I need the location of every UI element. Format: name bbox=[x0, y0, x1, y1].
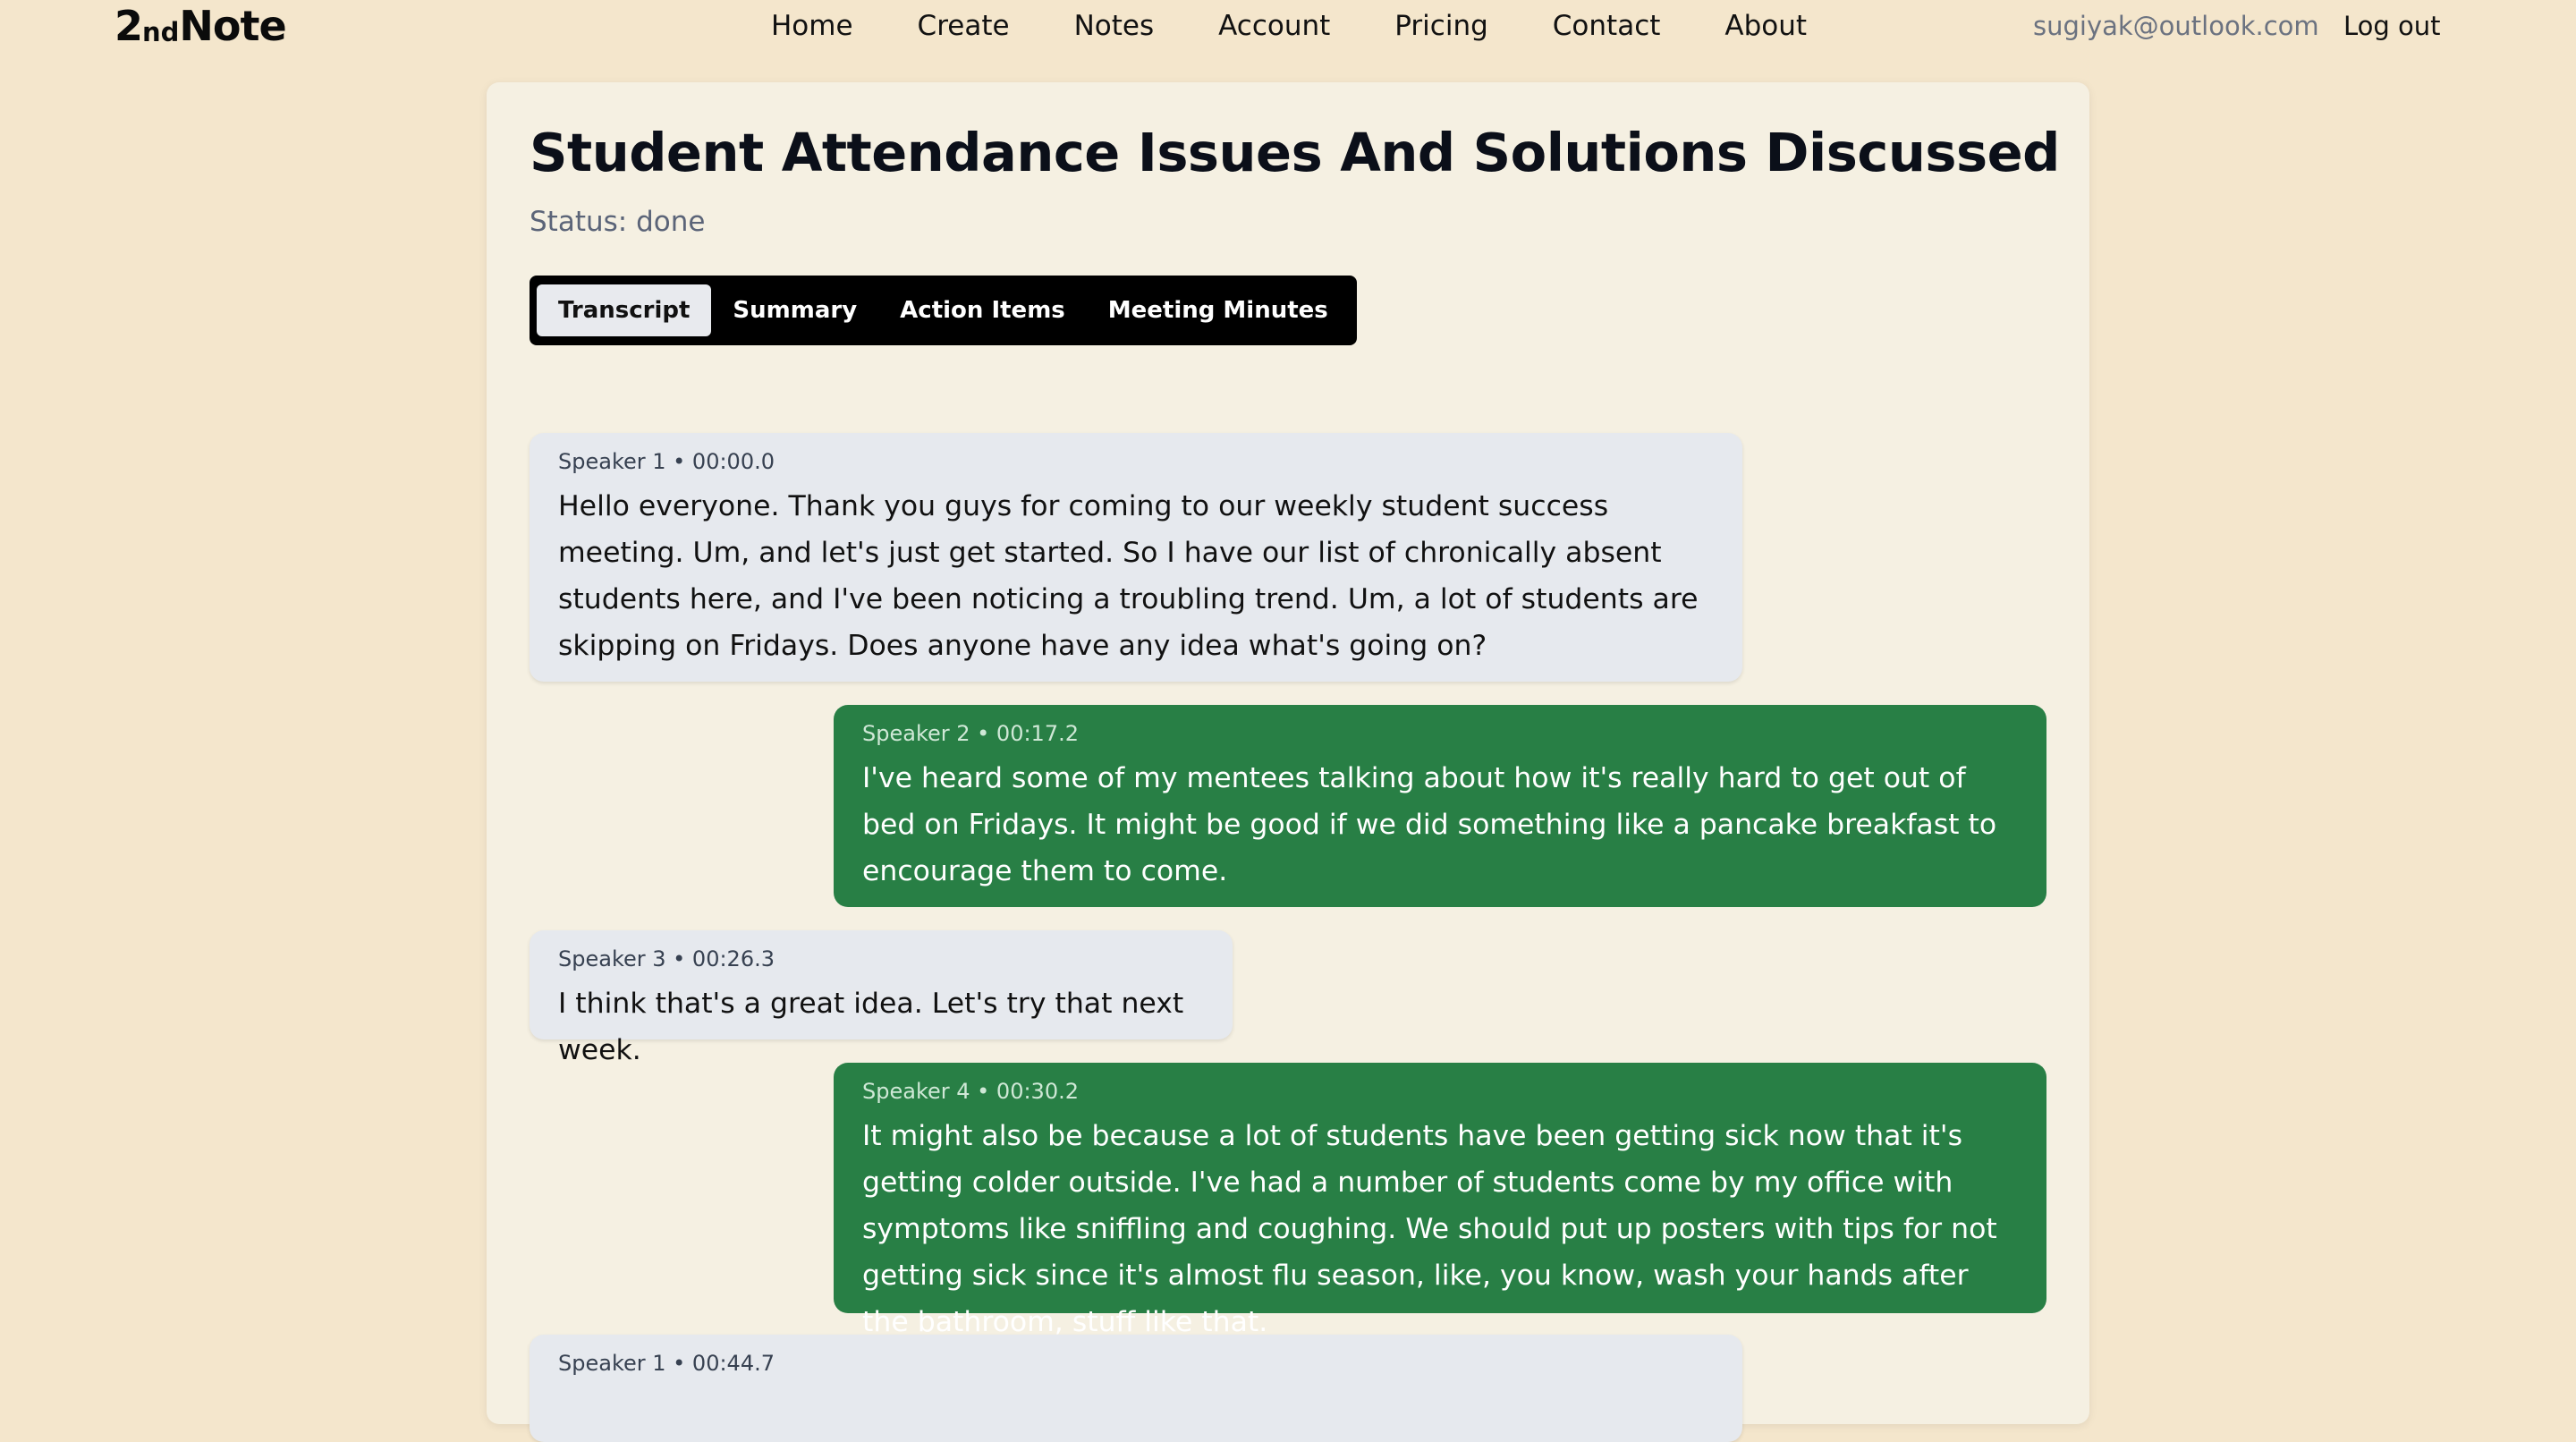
message-text: I think that's a great idea. Let's try t… bbox=[558, 988, 1184, 1066]
status-text: Status: done bbox=[530, 206, 706, 238]
tab-summary[interactable]: Summary bbox=[711, 284, 878, 336]
tab-bar: Transcript Summary Action Items Meeting … bbox=[530, 276, 1357, 345]
top-navigation: 2nd Note Home Create Notes Account Pricin… bbox=[0, 0, 2576, 52]
nav-pricing[interactable]: Pricing bbox=[1394, 0, 1488, 52]
transcript-message: Speaker 1 • 00:44.7 bbox=[530, 1335, 1742, 1442]
transcript-message: Speaker 4 • 00:30.2 It might also be bec… bbox=[834, 1063, 2046, 1338]
logo-end: Note bbox=[179, 2, 286, 50]
logo-sub: nd bbox=[142, 17, 180, 47]
transcript-message: Speaker 1 • 00:00.0 Hello everyone. Than… bbox=[530, 433, 1742, 682]
nav-links: Home Create Notes Account Pricing Contac… bbox=[771, 0, 1807, 52]
message-text: Hello everyone. Thank you guys for comin… bbox=[558, 490, 1699, 662]
logout-button[interactable]: Log out bbox=[2343, 0, 2441, 52]
message-text: I've heard some of my mentees talking ab… bbox=[862, 762, 1997, 887]
transcript-message: Speaker 3 • 00:26.3 I think that's a gre… bbox=[530, 930, 1233, 1066]
nav-create[interactable]: Create bbox=[918, 0, 1010, 52]
message-meta: Speaker 4 • 00:30.2 bbox=[862, 1079, 1079, 1104]
logo-main: 2 bbox=[114, 2, 143, 50]
message-meta: Speaker 1 • 00:00.0 bbox=[558, 449, 775, 474]
tab-transcript[interactable]: Transcript bbox=[537, 284, 712, 336]
tab-meeting-minutes[interactable]: Meeting Minutes bbox=[1087, 284, 1350, 336]
nav-notes[interactable]: Notes bbox=[1074, 0, 1155, 52]
note-card: Student Attendance Issues And Solutions … bbox=[487, 82, 2089, 1442]
nav-about[interactable]: About bbox=[1724, 0, 1807, 52]
nav-contact[interactable]: Contact bbox=[1553, 0, 1661, 52]
message-meta: Speaker 1 • 00:44.7 bbox=[558, 1351, 775, 1376]
user-email: sugiyak@outlook.com bbox=[2033, 11, 2319, 41]
message-text: It might also be because a lot of studen… bbox=[862, 1120, 1997, 1338]
nav-account[interactable]: Account bbox=[1218, 0, 1330, 52]
message-meta: Speaker 2 • 00:17.2 bbox=[862, 721, 1079, 746]
logo[interactable]: 2nd Note bbox=[114, 0, 287, 52]
page-title: Student Attendance Issues And Solutions … bbox=[530, 122, 2060, 183]
nav-home[interactable]: Home bbox=[771, 0, 853, 52]
tab-action-items[interactable]: Action Items bbox=[878, 284, 1087, 336]
message-meta: Speaker 3 • 00:26.3 bbox=[558, 946, 775, 971]
transcript-message: Speaker 2 • 00:17.2 I've heard some of m… bbox=[834, 705, 2046, 907]
